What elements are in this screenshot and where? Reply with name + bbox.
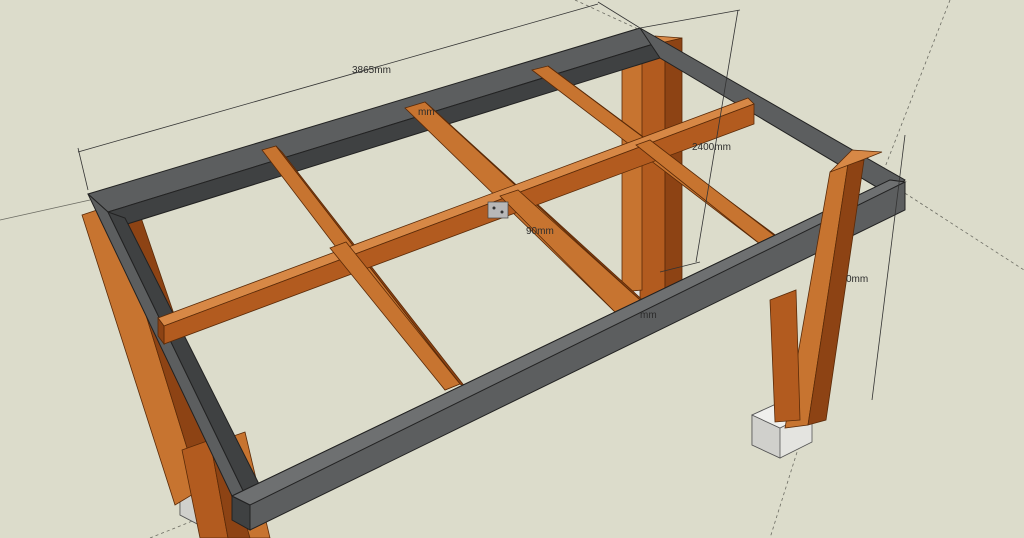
ground-line-right (899, 189, 1024, 271)
dim-label-joist: 90mm (526, 226, 554, 237)
ground-line-top-right (879, 0, 951, 181)
dim-label-partial-top: mm (418, 107, 435, 118)
dim-label-partial-bottom: mm (640, 310, 657, 321)
ground-line-left (0, 199, 91, 221)
metal-bracket (487, 201, 509, 219)
dim-label-partial-right: 0mm (846, 274, 868, 285)
pergola-frame-model: 3865mm 2400mm 90mm mm mm 0mm (0, 0, 1024, 538)
ground-line-top-left (574, 0, 641, 31)
dim-label-width: 2400mm (692, 142, 731, 153)
dim-label-length: 3865mm (352, 65, 391, 76)
